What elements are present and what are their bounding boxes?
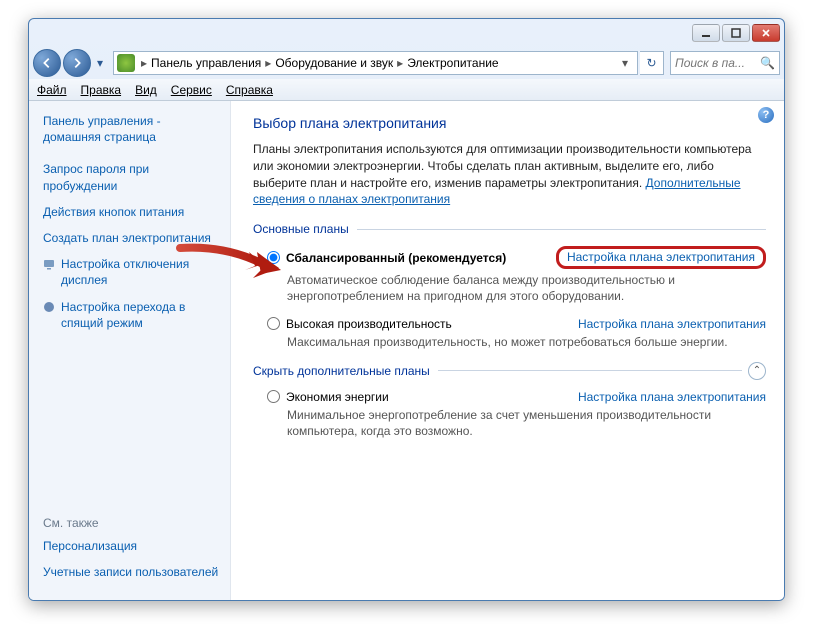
moon-icon bbox=[43, 301, 55, 313]
menu-view[interactable]: Вид bbox=[135, 83, 157, 97]
section-basic-plans: Основные планы bbox=[253, 222, 766, 236]
breadcrumb-item[interactable]: Электропитание bbox=[405, 56, 500, 70]
plan-radio-high-performance[interactable] bbox=[267, 317, 280, 330]
sidebar-link-buttons[interactable]: Действия кнопок питания bbox=[43, 204, 220, 220]
plan-label-high-performance[interactable]: Высокая производительность bbox=[286, 317, 452, 331]
navigation-bar: ▾ ▸ Панель управления ▸ Оборудование и з… bbox=[29, 47, 784, 79]
menu-bar: Файл Правка Вид Сервис Справка bbox=[29, 79, 784, 101]
sidebar-link-sleep[interactable]: Настройка перехода в спящий режим bbox=[61, 299, 220, 331]
chevron-right-icon: ▸ bbox=[139, 56, 149, 70]
plan-label-power-saver[interactable]: Экономия энергии bbox=[286, 390, 389, 404]
chevron-right-icon: ▸ bbox=[395, 56, 405, 70]
plan-balanced: Сбалансированный (рекомендуется) Настрой… bbox=[267, 246, 766, 304]
menu-edit[interactable]: Правка bbox=[81, 83, 122, 97]
plan-desc-high-performance: Максимальная производительность, но може… bbox=[287, 334, 766, 350]
sidebar-link-user-accounts[interactable]: Учетные записи пользователей bbox=[43, 564, 220, 580]
divider bbox=[357, 229, 766, 230]
sidebar-home-link[interactable]: Панель управления - домашняя страница bbox=[43, 113, 220, 145]
help-icon[interactable]: ? bbox=[758, 107, 774, 123]
intro-text: Планы электропитания используются для оп… bbox=[253, 141, 766, 208]
close-button[interactable] bbox=[752, 24, 780, 42]
section-basic-label: Основные планы bbox=[253, 222, 349, 236]
menu-help[interactable]: Справка bbox=[226, 83, 273, 97]
page-title: Выбор плана электропитания bbox=[253, 115, 766, 131]
breadcrumb-item[interactable]: Оборудование и звук bbox=[273, 56, 395, 70]
sidebar-link-display-off[interactable]: Настройка отключения дисплея bbox=[61, 256, 220, 288]
configure-plan-link-power-saver[interactable]: Настройка плана электропитания bbox=[578, 390, 766, 404]
sidebar-link-password[interactable]: Запрос пароля при пробуждении bbox=[43, 161, 220, 193]
chevron-right-icon: ▸ bbox=[263, 56, 273, 70]
titlebar bbox=[29, 19, 784, 47]
breadcrumb-item[interactable]: Панель управления bbox=[149, 56, 263, 70]
maximize-button[interactable] bbox=[722, 24, 750, 42]
plan-radio-balanced[interactable] bbox=[267, 251, 280, 264]
search-icon: 🔍 bbox=[760, 56, 775, 70]
window-frame: ▾ ▸ Панель управления ▸ Оборудование и з… bbox=[28, 18, 785, 601]
plan-desc-balanced: Автоматическое соблюдение баланса между … bbox=[287, 272, 766, 304]
forward-button[interactable] bbox=[63, 49, 91, 77]
plan-label-balanced[interactable]: Сбалансированный (рекомендуется) bbox=[286, 251, 506, 265]
nav-history-dropdown[interactable]: ▾ bbox=[93, 53, 107, 73]
back-button[interactable] bbox=[33, 49, 61, 77]
display-icon bbox=[43, 258, 55, 270]
section-extra-plans: Скрыть дополнительные планы ⌃ bbox=[253, 362, 766, 380]
address-dropdown[interactable]: ▾ bbox=[616, 56, 634, 70]
main-panel: ? Выбор плана электропитания Планы элект… bbox=[231, 101, 784, 600]
sidebar: Панель управления - домашняя страница За… bbox=[29, 101, 231, 600]
divider bbox=[438, 370, 742, 371]
plan-desc-power-saver: Минимальное энергопотребление за счет ум… bbox=[287, 407, 766, 439]
plan-high-performance: Высокая производительность Настройка пла… bbox=[267, 317, 766, 350]
control-panel-icon bbox=[117, 54, 135, 72]
see-also-heading: См. также bbox=[43, 516, 220, 530]
plan-power-saver: Экономия энергии Настройка плана электро… bbox=[267, 390, 766, 439]
plan-radio-power-saver[interactable] bbox=[267, 390, 280, 403]
address-bar[interactable]: ▸ Панель управления ▸ Оборудование и зву… bbox=[113, 51, 638, 75]
search-input[interactable] bbox=[675, 56, 760, 70]
content-area: Панель управления - домашняя страница За… bbox=[29, 101, 784, 600]
menu-tools[interactable]: Сервис bbox=[171, 83, 212, 97]
configure-plan-link-high-performance[interactable]: Настройка плана электропитания bbox=[578, 317, 766, 331]
refresh-button[interactable]: ↻ bbox=[640, 51, 664, 75]
configure-plan-link-balanced[interactable]: Настройка плана электропитания bbox=[556, 246, 766, 269]
minimize-button[interactable] bbox=[692, 24, 720, 42]
section-extra-label: Скрыть дополнительные планы bbox=[253, 364, 430, 378]
sidebar-link-personalization[interactable]: Персонализация bbox=[43, 538, 220, 554]
search-box[interactable]: 🔍 bbox=[670, 51, 780, 75]
sidebar-link-create-plan[interactable]: Создать план электропитания bbox=[43, 230, 220, 246]
menu-file[interactable]: Файл bbox=[37, 83, 67, 97]
collapse-toggle[interactable]: ⌃ bbox=[748, 362, 766, 380]
